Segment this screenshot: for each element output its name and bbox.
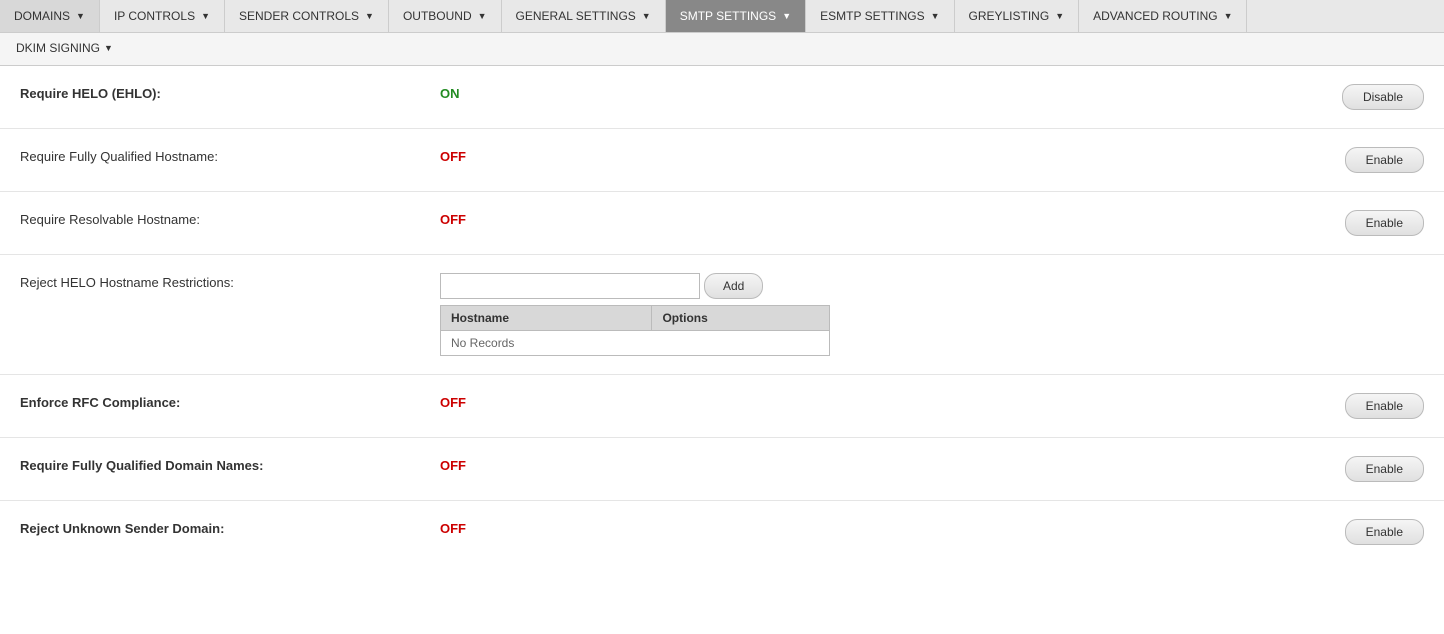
caret-icon-general-settings: ▼ xyxy=(642,11,651,21)
no-records-cell: No Records xyxy=(441,331,830,356)
sub-nav: DKIM SIGNING ▼ xyxy=(0,33,1444,66)
nav-label-smtp-settings: SMTP SETTINGS xyxy=(680,9,776,23)
enable-button-require-resolvable[interactable]: Enable xyxy=(1345,210,1424,236)
setting-value-enforce-rfc: OFF xyxy=(440,393,560,410)
col-header-options: Options xyxy=(652,306,830,331)
setting-label-reject-unknown-sender: Reject Unknown Sender Domain: xyxy=(20,519,440,536)
nav-label-domains: DOMAINS xyxy=(14,9,70,23)
add-hostname-button[interactable]: Add xyxy=(704,273,763,299)
disable-button-require-helo[interactable]: Disable xyxy=(1342,84,1424,110)
setting-row-reject-unknown-sender: Reject Unknown Sender Domain: OFF Enable xyxy=(0,501,1444,563)
setting-label-require-resolvable: Require Resolvable Hostname: xyxy=(20,210,440,227)
setting-action-require-fqdn: Enable xyxy=(1345,456,1424,482)
caret-icon-domains: ▼ xyxy=(76,11,85,21)
setting-value-require-resolvable: OFF xyxy=(440,210,560,227)
nav-label-advanced-routing: ADVANCED ROUTING xyxy=(1093,9,1217,23)
setting-row-reject-helo: Reject HELO Hostname Restrictions: Add H… xyxy=(0,255,1444,375)
nav-item-domains[interactable]: DOMAINS ▼ xyxy=(0,0,100,32)
setting-value-require-helo: ON xyxy=(440,84,560,101)
nav-label-general-settings: GENERAL SETTINGS xyxy=(516,9,636,23)
setting-row-require-fqhn: Require Fully Qualified Hostname: OFF En… xyxy=(0,129,1444,192)
setting-label-enforce-rfc: Enforce RFC Compliance: xyxy=(20,393,440,410)
enable-button-enforce-rfc[interactable]: Enable xyxy=(1345,393,1424,419)
nav-item-sender-controls[interactable]: SENDER CONTROLS ▼ xyxy=(225,0,389,32)
nav-label-esmtp-settings: ESMTP SETTINGS xyxy=(820,9,924,23)
table-row-no-records: No Records xyxy=(441,331,830,356)
nav-label-ip-controls: IP CONTROLS xyxy=(114,9,195,23)
nav-item-advanced-routing[interactable]: ADVANCED ROUTING ▼ xyxy=(1079,0,1247,32)
setting-row-require-fqdn: Require Fully Qualified Domain Names: OF… xyxy=(0,438,1444,501)
caret-icon-greylisting: ▼ xyxy=(1055,11,1064,21)
setting-row-enforce-rfc: Enforce RFC Compliance: OFF Enable xyxy=(0,375,1444,438)
caret-icon-sender-controls: ▼ xyxy=(365,11,374,21)
setting-action-enforce-rfc: Enable xyxy=(1345,393,1424,419)
hostname-table: Hostname Options No Records xyxy=(440,305,830,356)
nav-label-sender-controls: SENDER CONTROLS xyxy=(239,9,359,23)
caret-icon-outbound: ▼ xyxy=(478,11,487,21)
setting-action-require-helo: Disable xyxy=(1342,84,1424,110)
setting-row-require-helo: Require HELO (EHLO): ON Disable xyxy=(0,66,1444,129)
setting-label-require-fqhn: Require Fully Qualified Hostname: xyxy=(20,147,440,164)
nav-item-greylisting[interactable]: GREYLISTING ▼ xyxy=(955,0,1080,32)
enable-button-reject-unknown-sender[interactable]: Enable xyxy=(1345,519,1424,545)
hostname-input-row: Add xyxy=(440,273,830,299)
main-content: Require HELO (EHLO): ON Disable Require … xyxy=(0,66,1444,563)
nav-item-ip-controls[interactable]: IP CONTROLS ▼ xyxy=(100,0,225,32)
nav-item-esmtp-settings[interactable]: ESMTP SETTINGS ▼ xyxy=(806,0,954,32)
setting-action-require-resolvable: Enable xyxy=(1345,210,1424,236)
setting-label-require-helo: Require HELO (EHLO): xyxy=(20,84,440,101)
nav-item-general-settings[interactable]: GENERAL SETTINGS ▼ xyxy=(502,0,666,32)
subnav-item-dkim-signing[interactable]: DKIM SIGNING ▼ xyxy=(4,33,125,65)
setting-label-require-fqdn: Require Fully Qualified Domain Names: xyxy=(20,456,440,473)
col-header-hostname: Hostname xyxy=(441,306,652,331)
subnav-caret-dkim-signing: ▼ xyxy=(104,43,113,53)
setting-value-reject-unknown-sender: OFF xyxy=(440,519,560,536)
setting-value-require-fqhn: OFF xyxy=(440,147,560,164)
nav-label-greylisting: GREYLISTING xyxy=(969,9,1050,23)
caret-icon-esmtp-settings: ▼ xyxy=(931,11,940,21)
enable-button-require-fqdn[interactable]: Enable xyxy=(1345,456,1424,482)
nav-label-outbound: OUTBOUND xyxy=(403,9,472,23)
subnav-label-dkim-signing: DKIM SIGNING xyxy=(16,41,100,55)
caret-icon-advanced-routing: ▼ xyxy=(1224,11,1233,21)
setting-action-reject-unknown-sender: Enable xyxy=(1345,519,1424,545)
top-nav: DOMAINS ▼ IP CONTROLS ▼ SENDER CONTROLS … xyxy=(0,0,1444,33)
hostname-input[interactable] xyxy=(440,273,700,299)
enable-button-require-fqhn[interactable]: Enable xyxy=(1345,147,1424,173)
nav-item-smtp-settings[interactable]: SMTP SETTINGS ▼ xyxy=(666,0,806,32)
setting-row-require-resolvable: Require Resolvable Hostname: OFF Enable xyxy=(0,192,1444,255)
caret-icon-ip-controls: ▼ xyxy=(201,11,210,21)
setting-action-require-fqhn: Enable xyxy=(1345,147,1424,173)
setting-value-require-fqdn: OFF xyxy=(440,456,560,473)
hostname-section: Add Hostname Options No Records xyxy=(440,273,830,356)
nav-item-outbound[interactable]: OUTBOUND ▼ xyxy=(389,0,502,32)
caret-icon-smtp-settings: ▼ xyxy=(782,11,791,21)
setting-label-reject-helo: Reject HELO Hostname Restrictions: xyxy=(20,273,440,290)
